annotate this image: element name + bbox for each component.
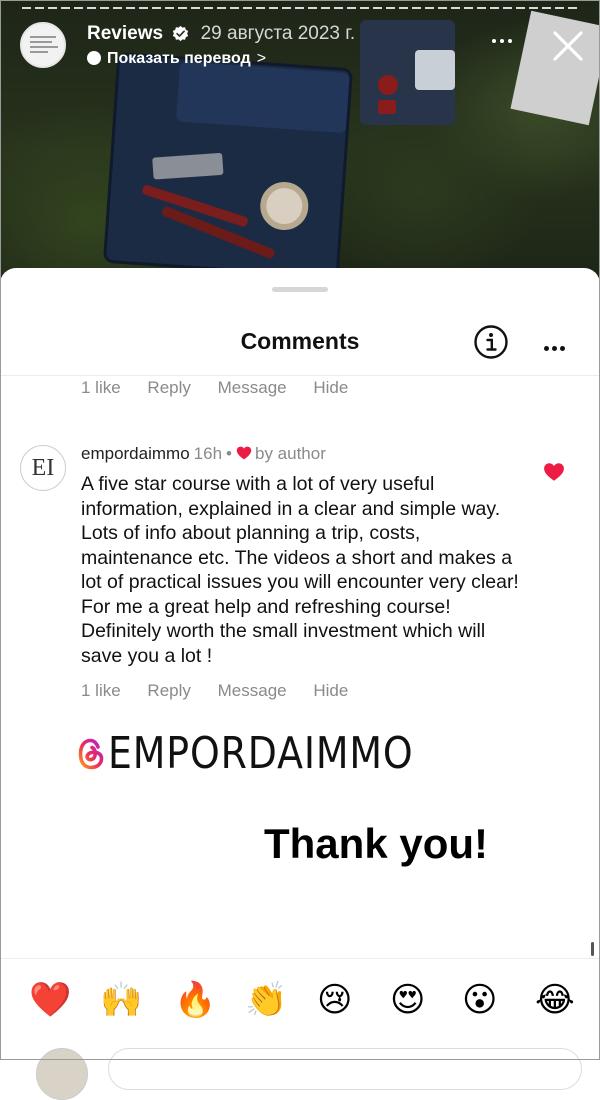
heart-icon (236, 446, 252, 460)
divider (0, 958, 600, 959)
current-user-avatar (36, 1048, 88, 1100)
comment-meta: empordaimmo 16h • by author (81, 444, 326, 464)
verified-badge-icon (173, 26, 189, 42)
message-link[interactable]: Message (218, 681, 287, 700)
emoji-heart[interactable]: ❤️ (29, 980, 71, 1020)
hide-link[interactable]: Hide (313, 681, 348, 700)
emoji-crying[interactable]: 😢 (317, 980, 352, 1020)
translate-button[interactable]: Показать перевод > (87, 50, 266, 68)
like-count[interactable]: 1 like (81, 378, 121, 397)
story-photo-toolbox (102, 52, 354, 279)
comment-actions: 1 like Reply Message Hide (81, 681, 370, 701)
comments-sheet: Comments 1 like Reply Message Hide EI em… (0, 268, 600, 1100)
meta-separator: • (226, 444, 232, 463)
comment-actions-previous: 1 like Reply Message Hide (81, 378, 370, 398)
like-count[interactable]: 1 like (81, 681, 121, 700)
comment-input[interactable] (108, 1048, 582, 1090)
thank-you-text: Thank you! (264, 820, 489, 867)
hide-link[interactable]: Hide (313, 378, 348, 397)
comment-text: A five star course with a lot of very us… (81, 473, 519, 667)
story-date: 29 августа 2023 г. (200, 23, 356, 44)
emoji-reaction-bar: ❤️ 🙌 🔥 👏 😢 😍 😮 😂 (0, 970, 600, 1030)
commenter-avatar[interactable]: EI (20, 445, 66, 491)
sheet-title: Comments (240, 328, 360, 354)
story-account-name[interactable]: Reviews (87, 23, 163, 44)
chevron-right-icon: > (256, 50, 267, 67)
story-progress-bar (22, 7, 578, 9)
more-dots-icon[interactable] (544, 338, 572, 351)
reply-link[interactable]: Reply (147, 681, 190, 700)
mention-sticker[interactable]: EMPORDAIMMO (76, 728, 463, 788)
divider (0, 375, 600, 376)
scrollbar[interactable] (591, 942, 594, 956)
comment-username[interactable]: empordaimmo (81, 444, 190, 463)
emoji-raised-hands[interactable]: 🙌 (100, 980, 142, 1020)
emoji-fire[interactable]: 🔥 (174, 980, 216, 1020)
reply-link[interactable]: Reply (147, 378, 190, 397)
liked-by-author: by author (254, 444, 326, 463)
threads-icon (78, 738, 104, 769)
story-header: Reviews 29 августа 2023 г. Показать пере… (0, 18, 600, 78)
like-heart-icon[interactable] (543, 462, 565, 482)
translate-label: Показать перевод (107, 50, 251, 67)
mention-handle: EMPORDAIMMO (108, 728, 414, 779)
story-account-avatar[interactable] (20, 22, 66, 68)
close-icon[interactable] (548, 26, 588, 66)
emoji-laughing[interactable]: 😂 (535, 980, 575, 1020)
info-icon[interactable] (473, 324, 509, 360)
translate-bubble-icon (87, 51, 101, 65)
story-title: Reviews 29 августа 2023 г. (87, 23, 355, 45)
message-link[interactable]: Message (218, 378, 287, 397)
comment-time: 16h (193, 444, 223, 463)
story-more-icon[interactable] (492, 30, 522, 50)
emoji-heart-eyes[interactable]: 😍 (390, 980, 425, 1020)
emoji-clapping[interactable]: 👏 (245, 980, 287, 1020)
emoji-surprised[interactable]: 😮 (462, 980, 497, 1020)
sheet-drag-handle[interactable] (272, 287, 328, 292)
